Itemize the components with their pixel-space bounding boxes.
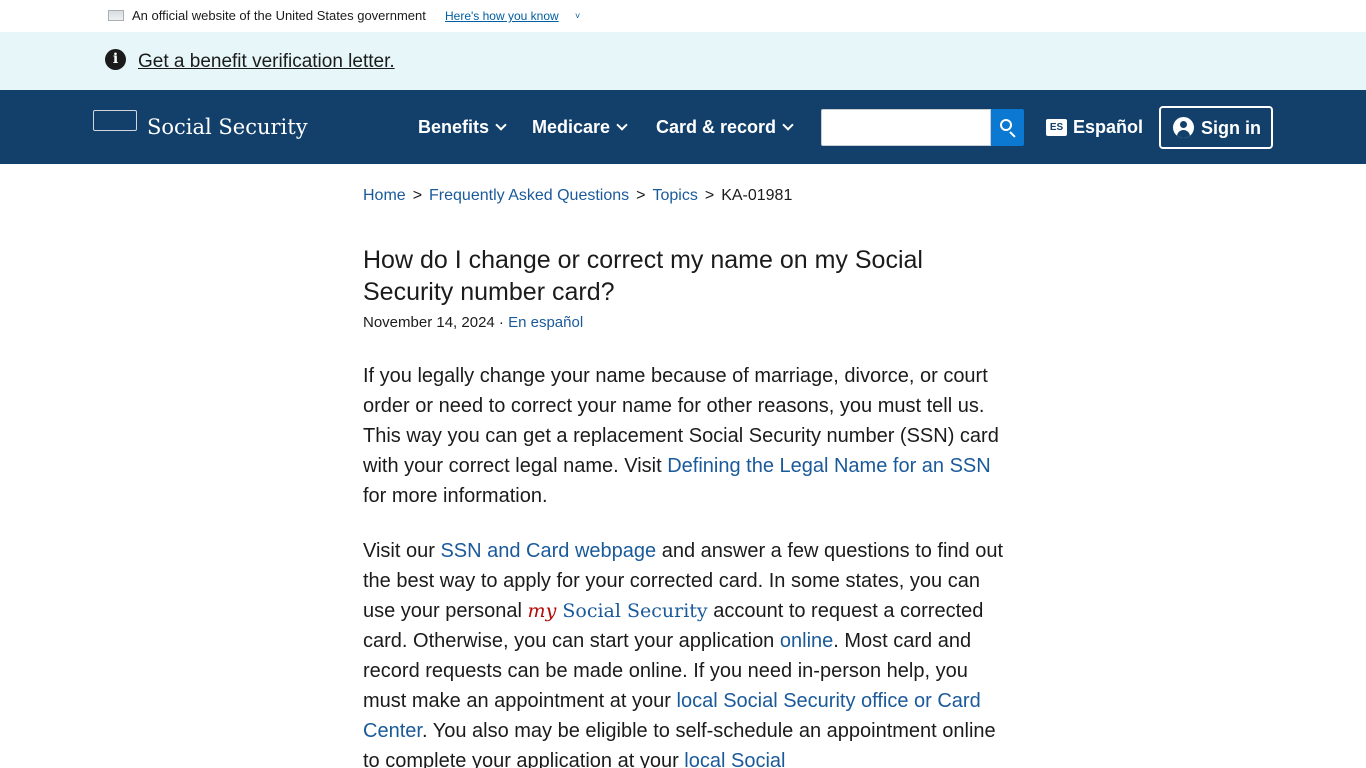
breadcrumb-topics[interactable]: Topics (652, 187, 697, 204)
gov-banner: An official website of the United States… (0, 0, 1366, 32)
sign-in-label: Sign in (1201, 118, 1261, 138)
ssa-logo-icon[interactable] (93, 110, 137, 131)
article-meta: November 14, 2024 · En español (363, 313, 583, 333)
my-social-security-link[interactable]: my Social Security (528, 600, 708, 622)
breadcrumb-separator: > (412, 187, 423, 204)
nav-card-record-label: Card & record (656, 117, 777, 137)
article-paragraph-2: Visit our SSN and Card webpage and answe… (363, 536, 1008, 768)
breadcrumb-separator: > (704, 187, 715, 204)
page-title: How do I change or correct my name on my… (363, 246, 923, 306)
breadcrumb: Home > Frequently Asked Questions > Topics > K… (363, 186, 792, 206)
search-icon (1000, 119, 1012, 131)
heres-how-you-know-link[interactable]: Here's how you know (445, 9, 559, 24)
legal-name-link[interactable]: Defining the Legal Name for an SSN (667, 455, 991, 477)
us-flag-icon (108, 10, 124, 21)
info-icon: i (105, 49, 126, 70)
benefit-verification-link[interactable]: Get a benefit verification letter. (138, 50, 395, 74)
local-social-security-link[interactable]: local Social (684, 750, 785, 768)
search-button[interactable] (991, 109, 1024, 146)
en-espanol-link[interactable]: En español (508, 314, 583, 331)
gov-banner-text: An official website of the United States… (132, 8, 426, 23)
site-header: Social Security Benefits Medicare Card &… (0, 90, 1366, 164)
language-icon[interactable]: ES (1046, 119, 1067, 136)
nav-card-record[interactable]: Card & record (656, 116, 794, 138)
breadcrumb-current: KA-01981 (721, 187, 793, 204)
alert-banner: i Get a benefit verification letter. (0, 32, 1366, 90)
chevron-down-icon (495, 119, 507, 131)
espanol-link[interactable]: Español (1073, 116, 1143, 138)
online-application-link[interactable]: online (780, 630, 833, 652)
breadcrumb-faq[interactable]: Frequently Asked Questions (429, 187, 629, 204)
article-paragraph-1: If you legally change your name because … (363, 365, 999, 507)
nav-benefits[interactable]: Benefits (418, 116, 507, 138)
user-icon (1173, 117, 1194, 138)
site-logo-text[interactable]: Social Security (147, 114, 308, 140)
article-date: November 14, 2024 (363, 314, 495, 331)
sign-in-button[interactable]: Sign in (1159, 106, 1273, 149)
nav-benefits-label: Benefits (418, 117, 490, 137)
search-input[interactable] (821, 109, 991, 146)
ssn-card-webpage-link[interactable]: SSN and Card webpage (440, 540, 656, 562)
breadcrumb-home[interactable]: Home (363, 187, 406, 204)
nav-medicare-label: Medicare (532, 117, 611, 137)
meta-separator: · (498, 314, 504, 331)
nav-medicare[interactable]: Medicare (532, 116, 628, 138)
chevron-down-icon[interactable]: ˅ (575, 9, 580, 24)
chevron-down-icon (782, 119, 794, 131)
breadcrumb-separator: > (636, 187, 646, 204)
chevron-down-icon (616, 119, 628, 131)
